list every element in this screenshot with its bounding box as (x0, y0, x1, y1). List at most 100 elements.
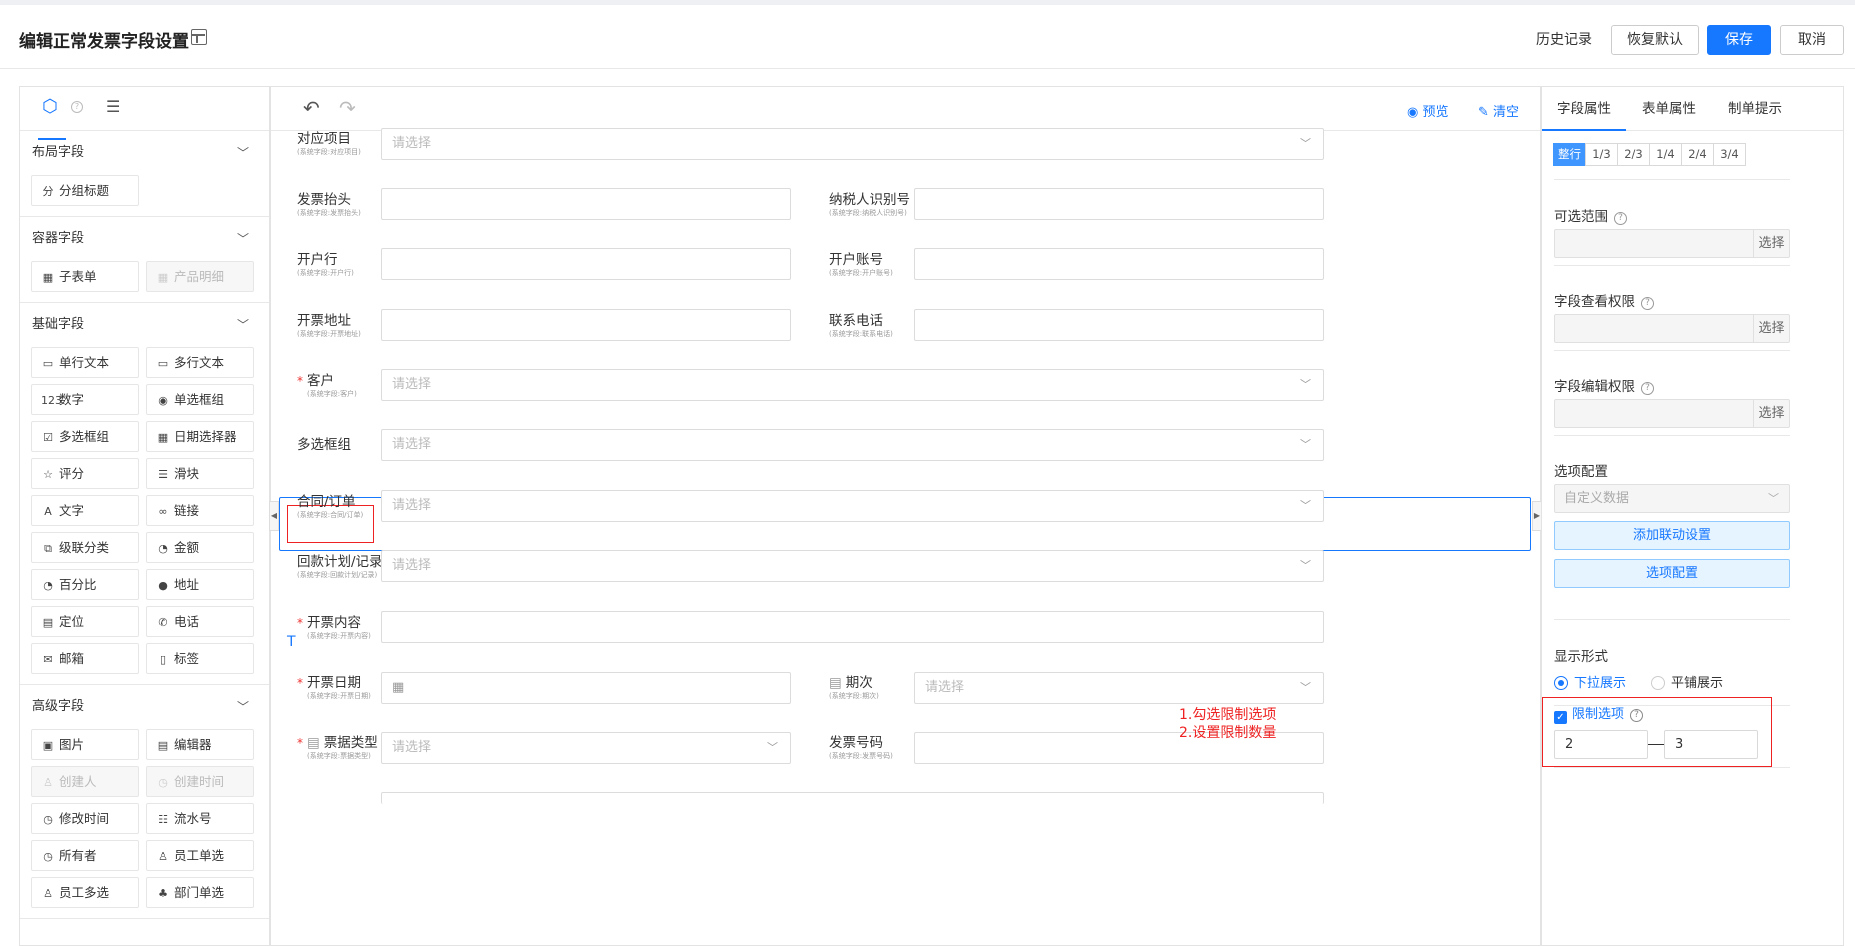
palette-item[interactable]: ♣ 部门单选 (146, 877, 254, 908)
restore-default-button[interactable]: 恢复默认 (1611, 25, 1699, 55)
divider (1554, 435, 1790, 436)
palette-item[interactable]: 123数字 (31, 384, 139, 415)
help-icon: ? (1641, 297, 1654, 310)
palette-item[interactable]: ✉ 邮箱 (31, 643, 139, 674)
save-button[interactable]: 保存 (1707, 25, 1771, 55)
width-option[interactable]: 1/3 (1585, 143, 1618, 166)
taxpayer-id-input[interactable] (914, 188, 1324, 220)
layout-icon[interactable] (191, 29, 207, 45)
palette-item-label: 定位 (59, 614, 85, 629)
palette-item-label: 日期选择器 (174, 429, 237, 444)
palette-item[interactable]: ◔ 百分比 (31, 569, 139, 600)
undo-icon[interactable]: ↶ (303, 96, 320, 120)
palette-item[interactable]: ⧉ 级联分类 (31, 532, 139, 563)
width-option[interactable]: 2/3 (1617, 143, 1650, 166)
bill-type-select[interactable]: 请选择 ﹀ (381, 732, 791, 764)
palette-item[interactable]: ▦ 子表单 (31, 261, 139, 292)
customer-select[interactable]: 请选择 ﹀ (381, 369, 1324, 401)
palette-item-label: 评分 (59, 466, 85, 481)
palette-item[interactable]: ☆ 评分 (31, 458, 139, 489)
phone-input[interactable] (914, 309, 1324, 341)
palette-item[interactable]: ▦ 日期选择器 (146, 421, 254, 452)
field-palette: ⬡ ? ☰ 布局字段 ﹀ 分分组标题 容器字段 ﹀ ▦ 子表单 ▦ 产品明细 基础字段 ﹀ ▭ 单行文本… (19, 86, 270, 946)
palette-item[interactable]: ◉ 单选框组 (146, 384, 254, 415)
palette-item-label: 级联分类 (59, 540, 110, 555)
palette-item[interactable]: ▭ 多行文本 (146, 347, 254, 378)
width-option[interactable]: 1/4 (1649, 143, 1682, 166)
section-header[interactable]: 基础字段 ﹀ (20, 303, 269, 347)
palette-item[interactable]: ✆ 电话 (146, 606, 254, 637)
redo-icon[interactable]: ↷ (339, 96, 356, 120)
bank-account-input[interactable] (914, 248, 1324, 280)
cancel-button[interactable]: 取消 (1780, 25, 1844, 55)
width-option[interactable]: 2/4 (1681, 143, 1714, 166)
palette-item[interactable]: ▣ 图片 (31, 729, 139, 760)
display-flat-radio[interactable]: 平铺展示 (1651, 676, 1723, 692)
clear-button[interactable]: ✎ 清空 (1478, 101, 1519, 120)
palette-sections: 布局字段 ﹀ 分分组标题 容器字段 ﹀ ▦ 子表单 ▦ 产品明细 基础字段 ﹀ ▭ 单行文本 ▭ 多行文本 1… (20, 131, 269, 919)
tab-form-properties[interactable]: 表单属性 (1626, 87, 1712, 131)
palette-item[interactable]: ▤ 定位 (31, 606, 139, 637)
palette-item[interactable]: ◷ 所有者 (31, 840, 139, 871)
bank-input[interactable] (381, 248, 791, 280)
contract-select[interactable]: 请选择 ﹀ (381, 490, 1324, 522)
field-type-icon: ▦ (42, 271, 54, 284)
add-linkage-button[interactable]: 添加联动设置 (1554, 521, 1790, 550)
palette-item[interactable]: ◔ 金额 (146, 532, 254, 563)
history-button[interactable]: 历史记录 (1524, 25, 1604, 55)
invoice-content-input[interactable] (381, 611, 1324, 643)
invoice-address-input[interactable] (381, 309, 791, 341)
field-type-icon: ◷ (43, 813, 53, 826)
range-pick-button[interactable]: 选择 (1753, 230, 1789, 257)
palette-item[interactable]: ♙ 员工多选 (31, 877, 139, 908)
tab-field-properties[interactable]: 字段属性 (1542, 87, 1626, 131)
palette-item[interactable]: ☷ 流水号 (146, 803, 254, 834)
range-input[interactable]: 选择 (1554, 229, 1790, 258)
payment-plan-select[interactable]: 请选择 ﹀ (381, 550, 1324, 582)
display-dropdown-radio[interactable]: 下拉展示 (1554, 676, 1626, 692)
width-option[interactable]: 整行 (1553, 143, 1586, 166)
tab-billing-hints[interactable]: 制单提示 (1712, 87, 1798, 131)
project-select[interactable]: 请选择 ﹀ (381, 128, 1324, 160)
palette-item[interactable]: ▯ 标签 (146, 643, 254, 674)
palette-item[interactable]: ● 地址 (146, 569, 254, 600)
invoice-title-input[interactable] (381, 188, 791, 220)
palette-item[interactable]: A 文字 (31, 495, 139, 526)
checkbox-group-select[interactable]: 请选择 ﹀ (381, 429, 1324, 461)
field-label: * ▤ 票据类型 (系统字段:票据类型) (297, 735, 378, 760)
view-permission-input[interactable]: 选择 (1554, 314, 1790, 343)
cube-icon[interactable]: ⬡ (38, 98, 66, 140)
palette-item[interactable]: ☑ 多选框组 (31, 421, 139, 452)
clear-label: 清空 (1493, 105, 1520, 120)
width-option[interactable]: 3/4 (1713, 143, 1746, 166)
palette-item[interactable]: ♙ 员工单选 (146, 840, 254, 871)
field-type-icon: ◔ (158, 542, 168, 555)
palette-item[interactable]: ▭ 单行文本 (31, 347, 139, 378)
field-type-icon: ∞ (158, 505, 168, 518)
section-header[interactable]: 容器字段 ﹀ (20, 217, 269, 261)
preview-button[interactable]: ◉ 预览 (1407, 101, 1449, 120)
options-source-select[interactable]: 自定义数据 ﹀ (1554, 484, 1790, 513)
field-type-icon: ▦ (157, 271, 169, 284)
collapse-left-handle[interactable]: ◀ (269, 501, 279, 531)
options-config-button[interactable]: 选项配置 (1554, 559, 1790, 588)
palette-section: 基础字段 ﹀ ▭ 单行文本 ▭ 多行文本 123数字 ◉ 单选框组 ☑ 多选框组 ▦ 日期选择器 ☆ 评分 ☰… (20, 303, 269, 685)
edit-permission-input[interactable]: 选择 (1554, 399, 1790, 428)
palette-tabs: ⬡ ? ☰ (20, 87, 269, 140)
outline-tree-icon[interactable]: ☰ (106, 99, 120, 115)
period-select[interactable]: 请选择 ﹀ (914, 672, 1324, 704)
palette-item-label: 地址 (174, 577, 200, 592)
next-field-input[interactable] (381, 792, 1324, 804)
help-icon[interactable]: ? (71, 101, 83, 113)
divider (1554, 179, 1790, 180)
palette-item[interactable]: 分分组标题 (31, 175, 139, 206)
section-header[interactable]: 高级字段 ﹀ (20, 685, 269, 729)
edit-permission-pick-button[interactable]: 选择 (1753, 400, 1789, 427)
palette-item[interactable]: ◷ 修改时间 (31, 803, 139, 834)
invoice-date-input[interactable]: ▦ (381, 672, 791, 704)
section-header[interactable]: 布局字段 ﹀ (20, 131, 269, 175)
palette-item[interactable]: ∞ 链接 (146, 495, 254, 526)
palette-item[interactable]: ▤ 编辑器 (146, 729, 254, 760)
view-permission-pick-button[interactable]: 选择 (1753, 315, 1789, 342)
palette-item[interactable]: ☰ 滑块 (146, 458, 254, 489)
